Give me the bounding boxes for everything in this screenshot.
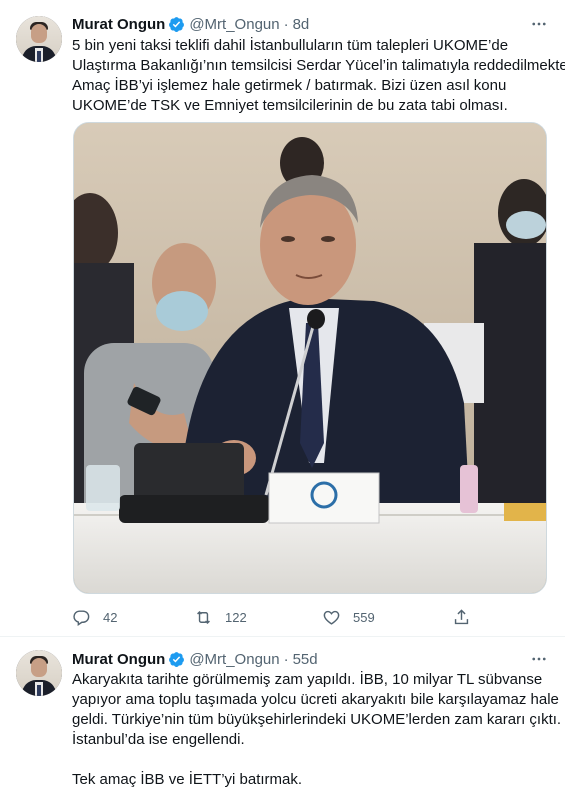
avatar[interactable] xyxy=(16,16,62,62)
tweet-text-line: geldi. Türkiye’nin tüm büyükşehirlerinde… xyxy=(72,711,562,728)
timestamp[interactable]: 8d xyxy=(293,16,310,33)
author-handle[interactable]: @Mrt_Ongun xyxy=(189,16,279,33)
author-name[interactable]: Murat Ongun xyxy=(72,651,165,668)
reply-button[interactable]: 42 xyxy=(72,606,117,628)
tweet-header: Murat Ongun @Mrt_Ongun · 8d xyxy=(72,14,309,34)
tweet-text-line: Amaç İBB’yi işlemez hale getirmek / batı… xyxy=(72,77,507,94)
timestamp[interactable]: 55d xyxy=(293,651,318,668)
like-count: 559 xyxy=(353,609,375,625)
like-button[interactable]: 559 xyxy=(322,606,375,628)
reply-count: 42 xyxy=(103,609,118,625)
author-name[interactable]: Murat Ongun xyxy=(72,16,165,33)
retweet-button[interactable]: 122 xyxy=(194,606,247,628)
tweet-text: 5 bin yeni taksi teklifi dahil İstanbull… xyxy=(72,36,565,116)
share-button[interactable] xyxy=(452,606,471,628)
photo-illustration xyxy=(74,123,546,593)
retweet-icon xyxy=(197,610,210,624)
avatar[interactable] xyxy=(16,650,62,696)
tweet-text: Akaryakıta tarihte görülmemiş zam yapıld… xyxy=(72,670,562,787)
tweet-text-line xyxy=(72,750,550,770)
tweet-text-line: Akaryakıta tarihte görülmemiş zam yapıld… xyxy=(72,671,543,688)
retweet-count: 122 xyxy=(225,609,247,625)
more-options-icon[interactable] xyxy=(529,14,549,34)
reply-icon xyxy=(73,609,90,626)
verified-badge-icon xyxy=(169,651,185,667)
tweet[interactable]: Murat Ongun @Mrt_Ongun · 8d 5 bin yeni t… xyxy=(0,0,565,637)
tweet-text-line: Ulaştırma Bakanlığı’nın temsilcisi Serda… xyxy=(72,57,565,74)
verified-badge-icon xyxy=(169,16,185,32)
tweet-text-line: Tek amaç İBB ve İETT’yi batırmak. xyxy=(72,771,303,787)
tweet-text-line: 5 bin yeni taksi teklifi dahil İstanbull… xyxy=(72,37,509,54)
tweet-text-line: İstanbul’da ise engellendi. xyxy=(72,731,245,748)
like-icon xyxy=(323,610,340,625)
tweet[interactable]: Murat Ongun @Mrt_Ongun · 55d Akaryakıta … xyxy=(0,637,565,787)
tweet-text-line: UKOME’de TSK ve Emniyet temsilcilerinin … xyxy=(72,97,508,114)
separator-dot: · xyxy=(283,650,289,668)
tweet-actions: 42 122 559 xyxy=(72,606,502,628)
author-handle[interactable]: @Mrt_Ongun xyxy=(189,651,279,668)
tweet-header: Murat Ongun @Mrt_Ongun · 55d xyxy=(72,649,318,669)
tweet-photo[interactable] xyxy=(73,122,547,594)
tweet-text-line: yapıyor ama toplu taşımada yolcu ücreti … xyxy=(72,691,559,708)
more-options-icon[interactable] xyxy=(529,649,549,669)
separator-dot: · xyxy=(283,15,289,33)
share-icon xyxy=(454,608,469,624)
